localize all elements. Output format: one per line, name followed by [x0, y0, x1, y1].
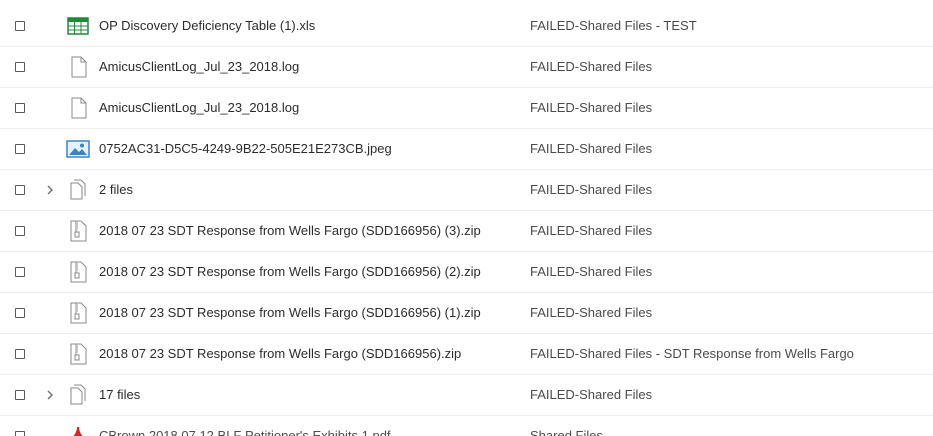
zip-icon — [70, 261, 87, 283]
file-location: Shared Files — [530, 428, 603, 436]
row-checkbox[interactable] — [15, 185, 25, 195]
file-name[interactable]: 0752AC31-D5C5-4249-9B22-505E21E273CB.jpe… — [99, 141, 392, 157]
file-row[interactable]: 2018 07 23 SDT Response from Wells Fargo… — [0, 334, 933, 375]
row-checkbox[interactable] — [15, 21, 25, 31]
file-location: FAILED-Shared Files - TEST — [530, 18, 697, 33]
file-name[interactable]: AmicusClientLog_Jul_23_2018.log — [99, 59, 299, 75]
zip-icon — [70, 220, 87, 242]
pdf-icon — [73, 427, 83, 436]
file-location: FAILED-Shared Files — [530, 264, 653, 279]
row-checkbox[interactable] — [15, 226, 25, 236]
image-icon — [66, 140, 90, 158]
file-location: FAILED-Shared Files — [530, 100, 653, 115]
file-name[interactable]: 2018 07 23 SDT Response from Wells Fargo… — [99, 264, 481, 280]
file-group-row[interactable]: 2 files FAILED-Shared Files — [0, 170, 933, 211]
file-row[interactable]: AmicusClientLog_Jul_23_2018.log FAILED-S… — [0, 47, 933, 88]
document-icon — [71, 97, 87, 119]
file-name[interactable]: OP Discovery Deficiency Table (1).xls — [99, 18, 315, 34]
file-row[interactable]: 2018 07 23 SDT Response from Wells Fargo… — [0, 252, 933, 293]
row-checkbox[interactable] — [15, 431, 25, 436]
chevron-right-icon[interactable] — [44, 388, 56, 402]
zip-icon — [70, 302, 87, 324]
file-name[interactable]: CBrown 2018 07 12 BLF Petitioner's Exhib… — [99, 428, 391, 436]
file-location: FAILED-Shared Files - SDT Response from … — [530, 346, 854, 361]
file-row[interactable]: CBrown 2018 07 12 BLF Petitioner's Exhib… — [0, 416, 933, 436]
zip-icon — [70, 343, 87, 365]
file-row[interactable]: 0752AC31-D5C5-4249-9B22-505E21E273CB.jpe… — [0, 129, 933, 170]
file-group-icon — [70, 179, 86, 200]
file-name[interactable]: 2018 07 23 SDT Response from Wells Fargo… — [99, 223, 481, 239]
file-name[interactable]: 2018 07 23 SDT Response from Wells Fargo… — [99, 346, 461, 362]
row-checkbox[interactable] — [15, 62, 25, 72]
file-group-icon — [70, 384, 86, 405]
row-checkbox[interactable] — [15, 390, 25, 400]
file-list: OP Discovery Deficiency Table (1).xls FA… — [0, 0, 933, 436]
file-location: FAILED-Shared Files — [530, 182, 653, 197]
row-checkbox[interactable] — [15, 144, 25, 154]
file-name[interactable]: AmicusClientLog_Jul_23_2018.log — [99, 100, 299, 116]
file-location: FAILED-Shared Files — [530, 59, 653, 74]
file-location: FAILED-Shared Files — [530, 305, 653, 320]
spreadsheet-icon — [67, 17, 89, 35]
document-icon — [71, 56, 87, 78]
file-row[interactable]: 2018 07 23 SDT Response from Wells Fargo… — [0, 211, 933, 252]
file-location: FAILED-Shared Files — [530, 223, 653, 238]
row-checkbox[interactable] — [15, 349, 25, 359]
file-group-row[interactable]: 17 files FAILED-Shared Files — [0, 375, 933, 416]
file-name[interactable]: 2 files — [99, 182, 133, 198]
row-checkbox[interactable] — [15, 267, 25, 277]
file-row[interactable]: AmicusClientLog_Jul_23_2018.log FAILED-S… — [0, 88, 933, 129]
file-location: FAILED-Shared Files — [530, 387, 653, 402]
file-location: FAILED-Shared Files — [530, 141, 653, 156]
file-row[interactable]: OP Discovery Deficiency Table (1).xls FA… — [0, 6, 933, 47]
file-name[interactable]: 2018 07 23 SDT Response from Wells Fargo… — [99, 305, 481, 321]
chevron-right-icon[interactable] — [44, 183, 56, 197]
row-checkbox[interactable] — [15, 103, 25, 113]
file-row[interactable]: 2018 07 23 SDT Response from Wells Fargo… — [0, 293, 933, 334]
row-checkbox[interactable] — [15, 308, 25, 318]
file-name[interactable]: 17 files — [99, 387, 140, 403]
